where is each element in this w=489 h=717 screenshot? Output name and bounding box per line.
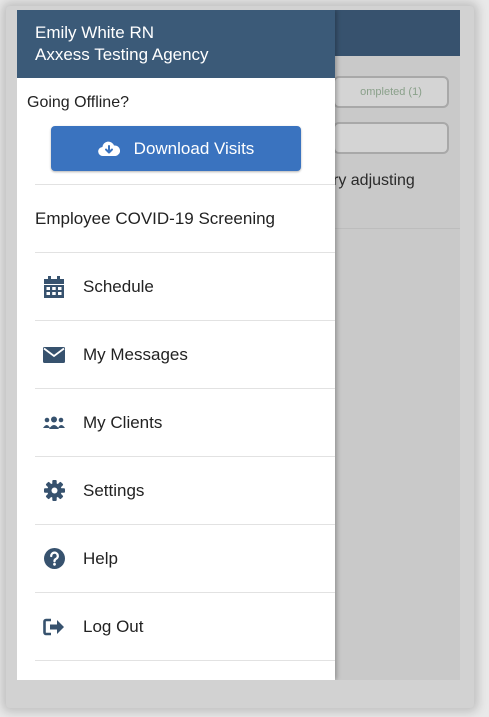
user-name: Emily White RN bbox=[35, 23, 155, 42]
menu-item-label: Schedule bbox=[83, 276, 154, 296]
agency-name: Axxess Testing Agency bbox=[35, 45, 209, 64]
menu-item-settings[interactable]: Settings bbox=[17, 457, 335, 524]
gear-icon bbox=[43, 480, 65, 502]
menu-item-my-messages[interactable]: My Messages bbox=[17, 321, 335, 388]
completed-tab-label: ompleted (1) bbox=[360, 86, 422, 98]
cloud-download-icon bbox=[97, 140, 120, 158]
menu-item-covid-screening[interactable]: Employee COVID-19 Screening bbox=[17, 185, 335, 252]
background-divider bbox=[333, 228, 460, 229]
menu-item-help[interactable]: Help bbox=[17, 525, 335, 592]
background-text: ry adjusting bbox=[333, 172, 415, 189]
download-visits-button[interactable]: Download Visits bbox=[51, 126, 301, 171]
drawer-header: Emily White RN Axxess Testing Agency bbox=[17, 10, 335, 78]
app-screen: ompleted (1) ry adjusting Emily White RN… bbox=[17, 10, 460, 680]
menu-item-schedule[interactable]: Schedule bbox=[17, 253, 335, 320]
menu-item-label: Help bbox=[83, 548, 118, 568]
menu-item-my-clients[interactable]: My Clients bbox=[17, 389, 335, 456]
download-visits-label: Download Visits bbox=[133, 138, 255, 158]
users-icon bbox=[43, 412, 65, 434]
completed-tab[interactable]: ompleted (1) bbox=[333, 76, 449, 108]
question-circle-icon bbox=[43, 548, 65, 570]
menu-item-label: Settings bbox=[83, 480, 145, 500]
divider bbox=[35, 660, 335, 661]
menu-item-label: Log Out bbox=[83, 616, 144, 636]
menu-item-label: My Messages bbox=[83, 344, 188, 364]
menu-item-label: My Clients bbox=[83, 412, 163, 432]
going-offline-label: Going Offline? bbox=[27, 94, 129, 111]
envelope-icon bbox=[43, 344, 65, 366]
calendar-icon bbox=[43, 275, 65, 298]
sign-out-icon bbox=[43, 616, 65, 638]
menu-item-log-out[interactable]: Log Out bbox=[17, 593, 335, 660]
filter-pill[interactable] bbox=[333, 122, 449, 154]
navigation-drawer: Emily White RN Axxess Testing Agency Goi… bbox=[17, 10, 335, 680]
menu-item-label: Employee COVID-19 Screening bbox=[35, 208, 276, 228]
